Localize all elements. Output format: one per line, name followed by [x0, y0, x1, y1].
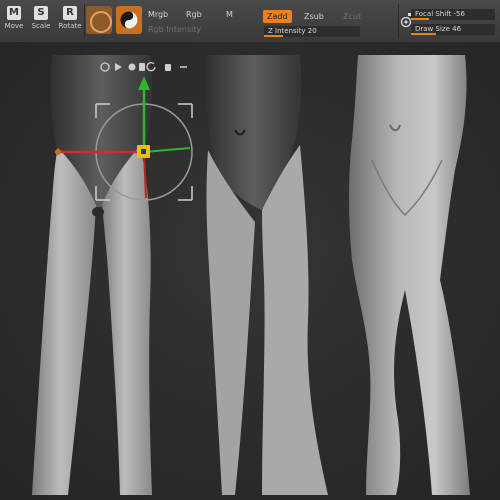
draw-size-label: Draw Size: [415, 25, 450, 33]
toolbar-divider: [84, 4, 85, 38]
move-label: Move: [4, 22, 24, 30]
scale-button[interactable]: S Scale: [27, 4, 55, 38]
focal-shift-label: Focal Shift: [415, 10, 452, 18]
rotate-icon: R: [63, 6, 77, 20]
toolbar-divider: [398, 4, 399, 38]
move-icon: M: [7, 6, 21, 20]
draw-size-slider[interactable]: Draw Size 46: [411, 24, 495, 35]
move-button[interactable]: M Move: [0, 4, 28, 38]
brush-button[interactable]: [86, 6, 112, 34]
canvas-viewport[interactable]: [0, 42, 500, 500]
brush-icon: [90, 11, 112, 33]
draw-size-fill: [411, 33, 437, 35]
mrgb-toggle[interactable]: Mrgb: [148, 10, 168, 19]
scale-label: Scale: [31, 22, 51, 30]
z-intensity-slider[interactable]: Z Intensity 20: [264, 26, 360, 37]
zsub-toggle[interactable]: Zsub: [304, 12, 324, 21]
zbrush-window: M Move S Scale R Rotate Mrgb Rgb M Rgb I…: [0, 0, 500, 500]
scale-icon: S: [34, 6, 48, 20]
rgb-intensity-slider[interactable]: Rgb Intensity: [148, 25, 201, 34]
yin-yang-icon: [120, 11, 138, 29]
pin-icon: [128, 63, 136, 71]
rgb-toggle[interactable]: Rgb: [186, 10, 202, 19]
alpha-button[interactable]: [116, 6, 142, 34]
focal-shift-fill: [411, 18, 430, 20]
m-toggle[interactable]: M: [226, 10, 233, 19]
sculpt-scene: [0, 42, 500, 500]
focal-shift-slider[interactable]: Focal Shift -56: [411, 9, 495, 20]
zadd-toggle[interactable]: Zadd: [263, 10, 292, 23]
top-toolbar: M Move S Scale R Rotate Mrgb Rgb M Rgb I…: [0, 0, 500, 43]
focal-shift-value: -56: [453, 10, 465, 18]
z-intensity-fill: [264, 35, 284, 37]
draw-size-value: 46: [452, 25, 462, 33]
lock-icon: [165, 64, 171, 71]
rotate-label: Rotate: [58, 22, 82, 30]
z-intensity-value: 20: [307, 27, 317, 35]
home-icon: [139, 63, 145, 71]
z-intensity-label: Z Intensity: [268, 27, 306, 35]
zcut-toggle[interactable]: Zcut: [343, 12, 361, 21]
rotate-button[interactable]: R Rotate: [56, 4, 84, 38]
